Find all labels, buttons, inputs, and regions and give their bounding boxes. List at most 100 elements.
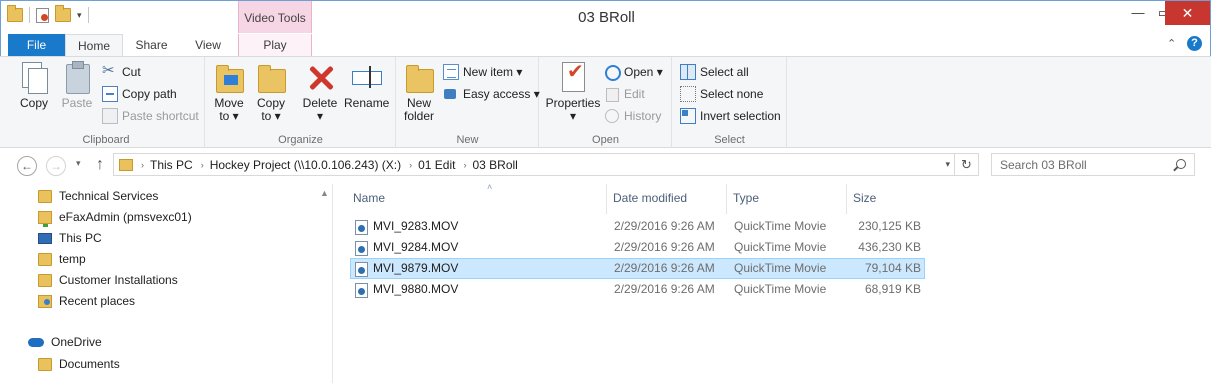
search-icon[interactable] (1176, 159, 1186, 169)
edit-button[interactable]: Edit (604, 84, 645, 104)
nav-item-label: OneDrive (51, 335, 102, 349)
file-row[interactable]: MVI_9880.MOV 2/29/2016 9:26 AM QuickTime… (350, 279, 925, 300)
copy-button[interactable]: Copy (14, 61, 54, 110)
sort-ascending-icon: ˄ (487, 182, 493, 192)
help-icon[interactable]: ? (1187, 36, 1202, 51)
folder-icon[interactable] (7, 5, 23, 22)
rename-button[interactable]: Rename (344, 61, 390, 110)
new-item-label: New item ▾ (463, 65, 523, 79)
breadcrumb-03-broll[interactable]: 03 BRoll (472, 158, 517, 172)
select-all-button[interactable]: Select all (680, 62, 749, 82)
nav-item-this-pc[interactable]: This PC (38, 228, 102, 248)
organize-group-label: Organize (278, 134, 323, 146)
minimize-button[interactable]: — (1125, 1, 1151, 25)
nav-item-technical-services[interactable]: Technical Services (38, 186, 158, 206)
collapse-ribbon-icon[interactable]: ⌃ (1167, 37, 1176, 50)
recent-locations-dropdown[interactable]: ▾ (76, 158, 81, 169)
delete-button[interactable]: Delete ▾ (300, 61, 340, 123)
select-none-button[interactable]: Select none (680, 84, 763, 104)
file-name-cell: MVI_9284.MOV (355, 238, 458, 257)
properties-icon[interactable] (36, 7, 49, 23)
quicktime-file-icon (355, 262, 368, 277)
select-none-label: Select none (700, 87, 764, 101)
paste-shortcut-button[interactable]: Paste shortcut (102, 106, 199, 126)
invert-selection-label: Invert selection (700, 109, 781, 123)
quicktime-file-icon (355, 220, 368, 235)
breadcrumb-separator[interactable]: › (409, 160, 412, 170)
edit-label: Edit (624, 87, 645, 101)
breadcrumb-hockey-project[interactable]: Hockey Project (\\10.0.106.243) (X:) (210, 158, 401, 172)
column-header-size[interactable]: Size (847, 184, 927, 214)
customize-quick-access-dropdown[interactable]: ▾ (77, 10, 82, 21)
column-header-date-modified[interactable]: Date modified (607, 184, 727, 214)
new-folder-label-2: folder (403, 109, 435, 123)
copy-path-button[interactable]: Copy path (102, 84, 177, 104)
clipboard-group-label: Clipboard (82, 134, 130, 146)
nav-pane-scrollbar[interactable]: ▲ (317, 184, 333, 383)
move-to-button[interactable]: Move to ▾ (212, 61, 246, 123)
new-folder-icon[interactable] (55, 5, 71, 22)
cut-button[interactable]: Cut (102, 61, 141, 82)
file-row[interactable]: MVI_9283.MOV 2/29/2016 9:26 AM QuickTime… (350, 216, 925, 237)
new-item-button[interactable]: New item ▾ (443, 62, 522, 82)
nav-item-recent-places[interactable]: Recent places (38, 291, 135, 311)
history-label: History (624, 109, 662, 123)
properties-dropdown[interactable]: ▾ (570, 109, 576, 123)
nav-item-onedrive[interactable]: OneDrive (28, 332, 102, 352)
delete-dropdown[interactable]: ▾ (317, 109, 323, 123)
nav-item-documents[interactable]: Documents (38, 354, 120, 374)
file-date: 2/29/2016 9:26 AM (614, 282, 715, 296)
breadcrumb-separator[interactable]: › (201, 160, 204, 170)
back-button[interactable]: ← (17, 156, 37, 176)
video-tools-context-label: Video Tools (238, 1, 312, 33)
move-to-label-2: to ▾ (219, 109, 239, 123)
rename-label: Rename (344, 96, 390, 110)
paste-button[interactable]: Paste (58, 61, 96, 110)
up-button[interactable]: ↑ (96, 156, 104, 174)
paste-icon (62, 61, 92, 94)
file-row[interactable]: MVI_9284.MOV 2/29/2016 9:26 AM QuickTime… (350, 237, 925, 258)
file-list: ˄ Name Date modified Type Size MVI_9283.… (334, 182, 1211, 383)
column-header-type[interactable]: Type (727, 184, 847, 214)
copy-to-button[interactable]: Copy to ▾ (254, 61, 288, 123)
breadcrumb-01-edit[interactable]: 01 Edit (418, 158, 455, 172)
tab-home[interactable]: Home (65, 34, 123, 57)
column-header-name[interactable]: ˄ Name (347, 182, 607, 214)
address-bar[interactable]: › This PC › Hockey Project (\\10.0.106.2… (113, 153, 979, 176)
close-button[interactable]: ✕ (1165, 1, 1210, 25)
file-row-selected[interactable]: MVI_9879.MOV 2/29/2016 9:26 AM QuickTime… (350, 258, 925, 279)
tab-view[interactable]: View (180, 34, 236, 56)
tab-share[interactable]: Share (123, 34, 180, 56)
properties-button[interactable]: Properties ▾ (544, 61, 602, 123)
tab-file[interactable]: File (8, 34, 65, 56)
properties-label: Properties (545, 96, 601, 110)
refresh-button[interactable]: ↻ (954, 154, 978, 175)
network-folder-icon (38, 210, 52, 227)
address-history-dropdown[interactable]: ▾ (945, 159, 950, 170)
breadcrumb-this-pc[interactable]: This PC (150, 158, 193, 172)
history-button[interactable]: History (604, 106, 661, 126)
scroll-up-arrow-icon[interactable]: ▲ (320, 188, 329, 198)
nav-item-efaxadmin[interactable]: eFaxAdmin (pmsvexc01) (38, 207, 192, 227)
file-size: 436,230 KB (858, 240, 921, 254)
breadcrumb-separator[interactable]: › (141, 160, 144, 170)
nav-item-label: eFaxAdmin (pmsvexc01) (59, 210, 192, 224)
new-folder-button[interactable]: New folder (401, 61, 437, 123)
invert-selection-button[interactable]: Invert selection (680, 106, 781, 126)
history-icon (604, 108, 620, 124)
nav-item-customer-installations[interactable]: Customer Installations (38, 270, 178, 290)
folder-icon (38, 357, 52, 371)
recent-places-icon (38, 294, 52, 308)
ribbon-tabs: File Home Share View Play ⌃ ? (0, 34, 1211, 57)
breadcrumb-separator[interactable]: › (463, 160, 466, 170)
forward-button[interactable]: → (46, 156, 66, 176)
search-input[interactable]: Search 03 BRoll (991, 153, 1195, 176)
tab-play[interactable]: Play (238, 34, 312, 56)
nav-item-temp[interactable]: temp (38, 249, 86, 269)
file-name: MVI_9879.MOV (373, 261, 459, 275)
file-name-cell: MVI_9880.MOV (355, 280, 458, 299)
open-button[interactable]: Open ▾ (604, 62, 663, 82)
easy-access-button[interactable]: Easy access ▾ (443, 84, 540, 104)
quick-access-toolbar: ▾ (7, 5, 89, 23)
scissors-icon (102, 61, 118, 81)
